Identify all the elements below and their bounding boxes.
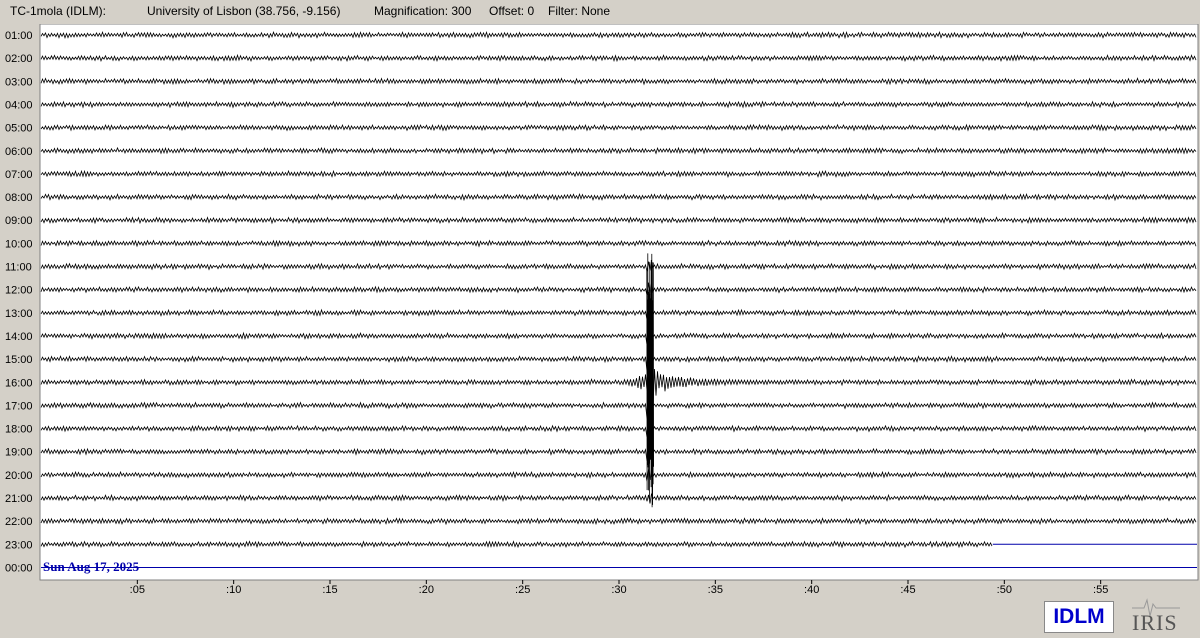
x-tick-label: :55 bbox=[1093, 584, 1108, 596]
offset-label: Offset: 0 bbox=[489, 4, 535, 18]
row-label: 02:00 bbox=[5, 53, 33, 65]
row-label: 07:00 bbox=[5, 169, 33, 181]
idlm-logo: IDLM bbox=[1044, 601, 1114, 633]
iris-logo-text: IRIS bbox=[1132, 610, 1178, 635]
row-label: 22:00 bbox=[5, 516, 33, 528]
x-tick-label: :50 bbox=[997, 584, 1012, 596]
location-label: University of Lisbon (38.756, -9.156) bbox=[147, 4, 341, 18]
row-label: 19:00 bbox=[5, 447, 33, 459]
filter-label: Filter: None bbox=[548, 4, 611, 18]
row-label: 20:00 bbox=[5, 470, 33, 482]
helicorder-plot: 01:00 02:00 03:00 04:00 05:00 06:00 07:00 08:00… bbox=[5, 24, 1199, 596]
row-label: 18:00 bbox=[5, 424, 33, 436]
date-label: Sun Aug 17, 2025 bbox=[43, 559, 140, 574]
row-label: 09:00 bbox=[5, 215, 33, 227]
x-tick-label: :05 bbox=[130, 584, 145, 596]
row-label: 13:00 bbox=[5, 308, 33, 320]
row-label: 01:00 bbox=[5, 30, 33, 42]
x-tick-label: :35 bbox=[708, 584, 723, 596]
row-label: 05:00 bbox=[5, 123, 33, 135]
magnification-label: Magnification: 300 bbox=[374, 4, 472, 18]
x-tick-label: :10 bbox=[226, 584, 241, 596]
x-tick-label: :30 bbox=[611, 584, 626, 596]
row-label: 12:00 bbox=[5, 285, 33, 297]
x-tick-label: :45 bbox=[900, 584, 915, 596]
row-label: 00:00 bbox=[5, 562, 33, 574]
row-label: 10:00 bbox=[5, 238, 33, 250]
row-label: 17:00 bbox=[5, 400, 33, 412]
station-label: TC-1mola (IDLM): bbox=[10, 4, 107, 18]
row-label: 03:00 bbox=[5, 76, 33, 88]
row-label: 14:00 bbox=[5, 331, 33, 343]
row-label: 06:00 bbox=[5, 146, 33, 158]
row-labels: 01:00 02:00 03:00 04:00 05:00 06:00 07:00 08:00… bbox=[5, 30, 33, 574]
x-tick-label: :25 bbox=[515, 584, 530, 596]
row-label: 15:00 bbox=[5, 354, 33, 366]
x-tick-label: :15 bbox=[322, 584, 337, 596]
x-tick-label: :20 bbox=[419, 584, 434, 596]
x-axis-ticks: :05 :10 :15 :20 :25 :30 :35 :40 :45 :50 :55 bbox=[130, 580, 1108, 596]
header-bar: TC-1mola (IDLM): University of Lisbon (3… bbox=[0, 0, 1200, 22]
x-tick-label: :40 bbox=[804, 584, 819, 596]
row-label: 23:00 bbox=[5, 539, 33, 551]
row-label: 16:00 bbox=[5, 377, 33, 389]
iris-logo: IRIS bbox=[1130, 596, 1182, 636]
row-label: 21:00 bbox=[5, 493, 33, 505]
row-label: 04:00 bbox=[5, 99, 33, 111]
row-label: 08:00 bbox=[5, 192, 33, 204]
row-label: 11:00 bbox=[5, 262, 32, 274]
